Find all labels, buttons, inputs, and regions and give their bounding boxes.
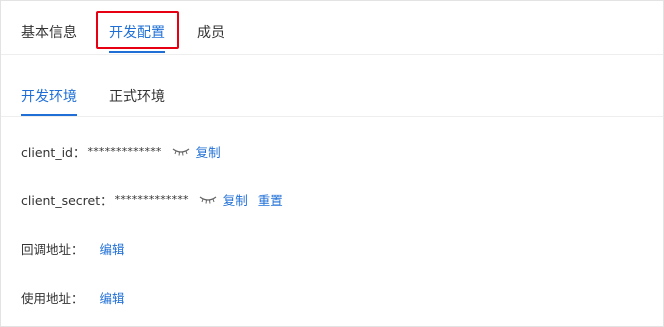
client-secret-value: *************	[114, 192, 189, 206]
active-tab-indicator	[109, 51, 165, 53]
client-secret-label: client_secret：	[21, 192, 113, 208]
copy-client-secret-button[interactable]: 复制	[223, 190, 248, 209]
active-env-indicator	[21, 114, 77, 116]
client-id-value: *************	[87, 144, 162, 158]
tab-dev-env[interactable]: 开发环境	[21, 86, 77, 106]
edit-usage-url-button[interactable]: 编辑	[100, 288, 125, 307]
client-id-row: client_id： ************* 复制	[21, 141, 221, 161]
env-tab-bar: 开发环境 正式环境	[1, 71, 663, 117]
copy-client-id-button[interactable]: 复制	[196, 142, 221, 161]
callback-url-label: 回调地址：	[21, 241, 84, 257]
callback-url-row: 回调地址： 编辑	[21, 238, 125, 258]
highlight-annotation-box	[96, 11, 179, 49]
tab-basic-info[interactable]: 基本信息	[21, 22, 77, 42]
config-panel: 基本信息 开发配置 成员 开发环境 正式环境 client_id： ******…	[0, 0, 664, 327]
eye-closed-icon[interactable]	[172, 145, 190, 157]
reset-client-secret-button[interactable]: 重置	[258, 190, 283, 209]
tab-members[interactable]: 成员	[197, 22, 225, 42]
tab-prod-env[interactable]: 正式环境	[109, 86, 165, 106]
usage-url-row: 使用地址： 编辑	[21, 287, 125, 307]
top-tab-bar: 基本信息 开发配置 成员	[1, 1, 663, 55]
client-id-label: client_id：	[21, 144, 86, 160]
client-secret-row: client_secret： ************* 复制 重置	[21, 189, 283, 209]
usage-url-label: 使用地址：	[21, 290, 84, 306]
eye-closed-icon[interactable]	[199, 193, 217, 205]
edit-callback-url-button[interactable]: 编辑	[100, 239, 125, 258]
